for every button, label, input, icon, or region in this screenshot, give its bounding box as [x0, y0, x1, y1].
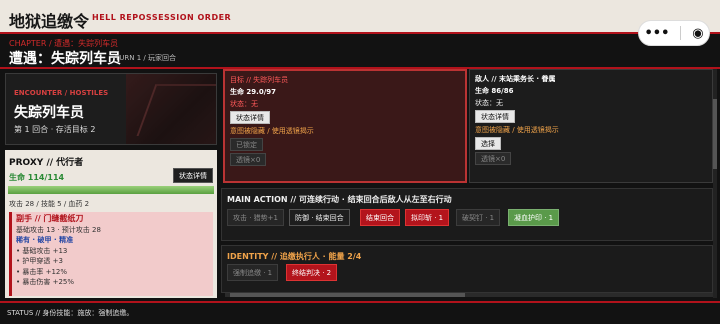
title-bar: 地狱追缴令 HELL REPOSSESSION ORDER	[0, 0, 720, 34]
enemy-title: 敌人 // 末站乘务长 · 眷属	[475, 75, 556, 83]
lens-button[interactable]: 透镜×0	[475, 152, 512, 165]
footer-divider	[0, 301, 720, 303]
enemy-card-target[interactable]: 目标 // 失踪列车员 生命 29.0/97 状态：无 状态详情 意图被隐藏 /…	[223, 69, 467, 183]
enemy-intent: 意图被隐藏 / 使用透镜揭示	[475, 126, 559, 134]
encounter-name: 失踪列车员	[14, 105, 84, 121]
more-menu-icon[interactable]: •••	[644, 26, 669, 41]
skill-button-blood-seal[interactable]: 凝血护印 · 1	[508, 209, 560, 226]
select-button[interactable]: 选择	[475, 137, 501, 150]
enemy-detail-button[interactable]: 状态详情	[475, 110, 515, 123]
scrollbar-thumb[interactable]	[230, 293, 465, 297]
main-action-title: MAIN ACTION // 可连续行动 · 结束回合后敌人从左至右行动	[227, 195, 452, 204]
attack-button[interactable]: 攻击 · 猎势+1	[227, 209, 284, 226]
encounter-title: 遭遇：失踪列车员	[9, 51, 121, 67]
proxy-hp-fill	[8, 186, 214, 194]
game-subtitle: HELL REPOSSESSION ORDER	[92, 13, 232, 22]
encounter-sub: 第 1 回合 · 存活目标 2	[14, 125, 96, 134]
status-line: STATUS // 身份技能：施放：强制追缴。	[7, 309, 134, 317]
defend-button[interactable]: 防御 · 结束回合	[289, 209, 350, 226]
weapon-bullet: • 基础攻击 +13	[16, 246, 68, 255]
lens-button[interactable]: 透镜×0	[230, 153, 267, 166]
enemy-hp: 生命 86/86	[475, 87, 514, 95]
identity-section: IDENTITY // 追缴执行人 · 能量 2/4 强制追缴 · 1 终结判决…	[221, 245, 713, 293]
weapon-line1: 基础攻击 13 · 预计攻击 28	[16, 225, 101, 234]
weapon-card: 副手 // 门缝截纸刀 基础攻击 13 · 预计攻击 28 稀有 · 破甲 · …	[9, 212, 213, 296]
proxy-hp-bar	[8, 186, 214, 194]
enemy-hp: 生命 29.0/97	[230, 88, 277, 96]
scrollbar-thumb[interactable]	[713, 99, 717, 169]
enemy-state: 状态：无	[475, 99, 503, 107]
weapon-bullet: • 护甲穿透 +3	[16, 257, 63, 265]
proxy-title: PROXY // 代行者	[9, 158, 84, 168]
identity-title: IDENTITY // 追缴执行人 · 能量 2/4	[227, 252, 362, 261]
game-screen: 地狱追缴令 HELL REPOSSESSION ORDER ••• ◉ CHAP…	[0, 0, 720, 324]
skill-button-slash[interactable]: 拟印斩 · 1	[405, 209, 450, 226]
weapon-bullet: • 暴击率 +12%	[16, 267, 68, 276]
encounter-head: ENCOUNTER / HOSTILES	[14, 89, 109, 97]
locked-button[interactable]: 已锁定	[230, 138, 263, 151]
enemy-detail-button[interactable]: 状态详情	[230, 111, 270, 124]
enemy-state: 状态：无	[230, 100, 258, 108]
close-icon[interactable]: ◉	[692, 26, 703, 41]
proxy-stats: 攻击 28 / 技能 5 / 血药 2	[9, 200, 90, 208]
capsule-divider	[680, 26, 682, 40]
weapon-tags: 稀有 · 破甲 · 精准	[16, 236, 74, 244]
proxy-panel: PROXY // 代行者 生命 114/114 状态详情 攻击 28 / 技能 …	[5, 150, 217, 298]
turn-indicator: TURN 1 / 玩家回合	[115, 54, 176, 62]
weapon-bullet: • 暴击伤害 +25%	[16, 278, 75, 286]
skill-button-nail[interactable]: 破契钉 · 1	[456, 209, 501, 226]
vertical-scrollbar[interactable]	[713, 69, 717, 298]
enemy-intent: 意图被隐藏 / 使用透镜揭示	[230, 127, 314, 135]
encounter-panel: ENCOUNTER / HOSTILES 失踪列车员 第 1 回合 · 存活目标…	[5, 73, 217, 145]
identity-skill-button[interactable]: 终结判决 · 2	[286, 264, 338, 281]
enemy-title: 目标 // 失踪列车员	[230, 76, 289, 84]
weapon-name: 副手 // 门缝截纸刀	[16, 214, 84, 223]
game-title: 地狱追缴令	[9, 12, 90, 31]
horizontal-scrollbar[interactable]	[225, 293, 715, 297]
battle-panel: 目标 // 失踪列车员 生命 29.0/97 状态：无 状态详情 意图被隐藏 /…	[221, 69, 713, 298]
main-action-section: MAIN ACTION // 可连续行动 · 结束回合后敌人从左至右行动 攻击 …	[221, 188, 713, 241]
end-turn-button[interactable]: 结束回合	[360, 209, 400, 226]
encounter-art	[126, 74, 216, 144]
enemy-card[interactable]: 敌人 // 末站乘务长 · 眷属 生命 86/86 状态：无 状态详情 意图被隐…	[469, 69, 713, 183]
proxy-state-button[interactable]: 状态详情	[173, 168, 213, 183]
proxy-hp: 生命 114/114	[9, 173, 65, 182]
miniapp-capsule: ••• ◉	[638, 20, 710, 46]
identity-skill-button[interactable]: 强制追缴 · 1	[227, 264, 279, 281]
